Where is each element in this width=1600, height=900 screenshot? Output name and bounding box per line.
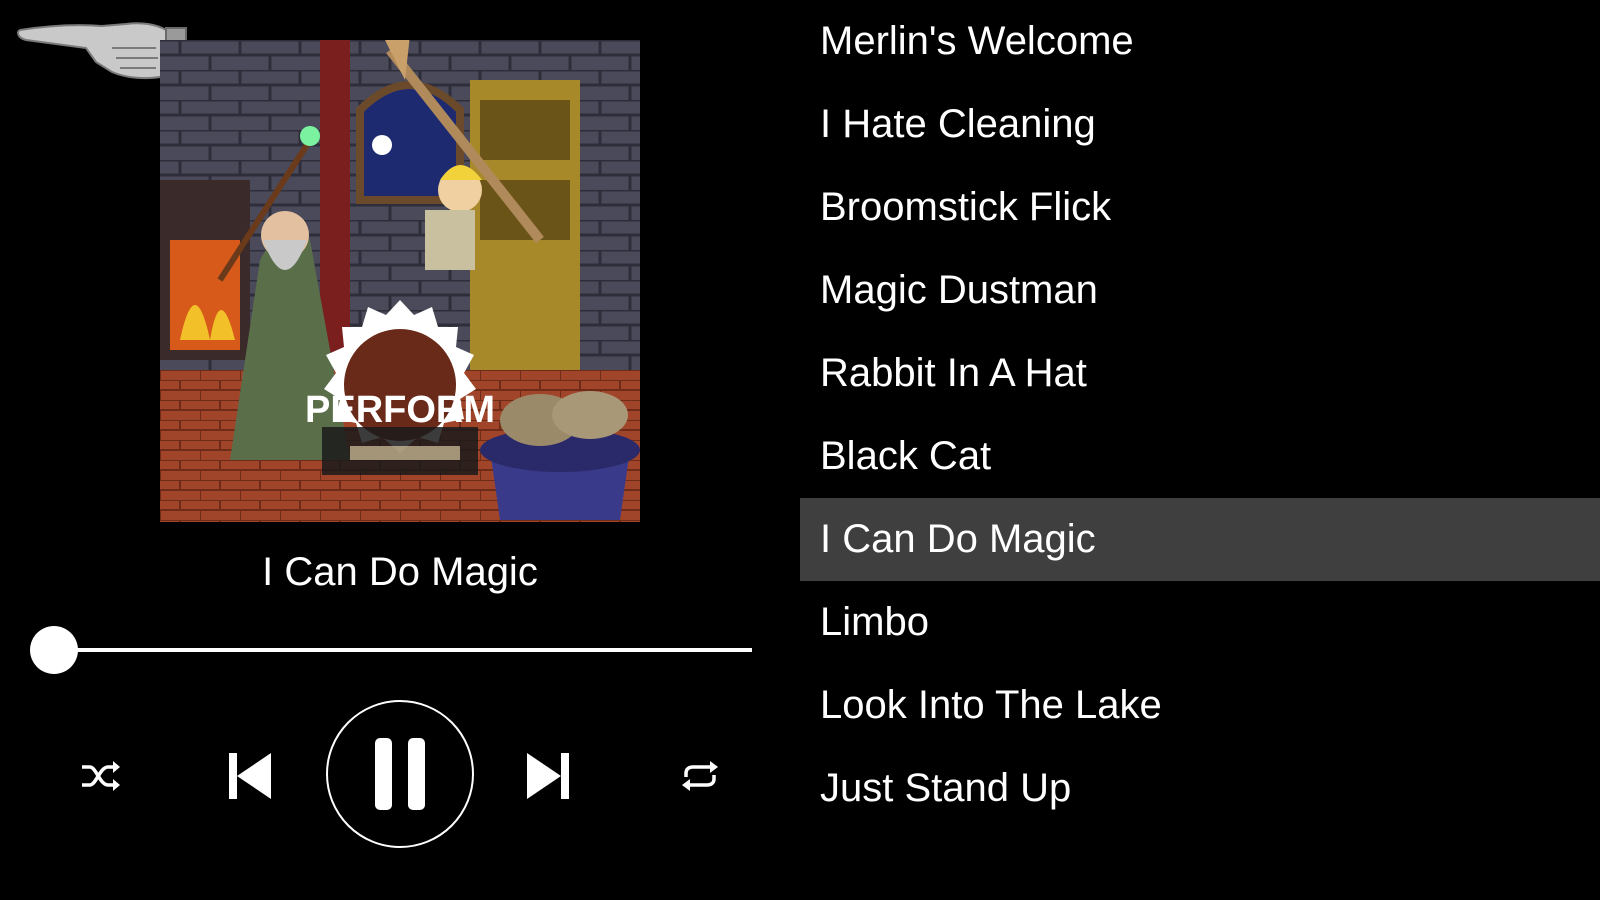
previous-track-button[interactable]	[222, 746, 278, 806]
shuffle-button[interactable]	[74, 750, 126, 802]
playlist-item[interactable]: Look Into The Lake	[800, 664, 1600, 747]
next-track-button[interactable]	[520, 746, 576, 806]
play-pause-button[interactable]	[326, 700, 474, 848]
repeat-icon	[682, 761, 718, 791]
progress-thumb[interactable]	[30, 626, 78, 674]
now-playing-title: I Can Do Magic	[262, 550, 538, 594]
playlist-item[interactable]: Broomstick Flick	[800, 166, 1600, 249]
playlist-item[interactable]: Black Cat	[800, 415, 1600, 498]
playlist-item[interactable]: Magic Dustman	[800, 249, 1600, 332]
playlist-item[interactable]: Just Stand Up	[800, 747, 1600, 830]
shuffle-icon	[82, 761, 120, 791]
skip-previous-icon	[229, 753, 271, 799]
playlist-item[interactable]: Rabbit In A Hat	[800, 332, 1600, 415]
playlist-item[interactable]: I Hate Cleaning	[800, 83, 1600, 166]
music-player-app: PERFORM I Can Do Magic Merlin's Welcome …	[0, 0, 1600, 900]
progress-slider[interactable]	[30, 624, 752, 676]
album-artwork: PERFORM	[160, 40, 640, 522]
playlist: Merlin's Welcome I Hate Cleaning Broomstic…	[800, 0, 1600, 830]
playlist-item[interactable]: Limbo	[800, 581, 1600, 664]
pause-icon	[375, 738, 425, 810]
repeat-button[interactable]	[674, 750, 726, 802]
album-art-label: PERFORM	[305, 389, 495, 431]
playlist-item-active[interactable]: I Can Do Magic	[800, 498, 1600, 581]
playlist-item[interactable]: Merlin's Welcome	[800, 0, 1600, 83]
skip-next-icon	[527, 753, 569, 799]
progress-track[interactable]	[50, 648, 752, 652]
